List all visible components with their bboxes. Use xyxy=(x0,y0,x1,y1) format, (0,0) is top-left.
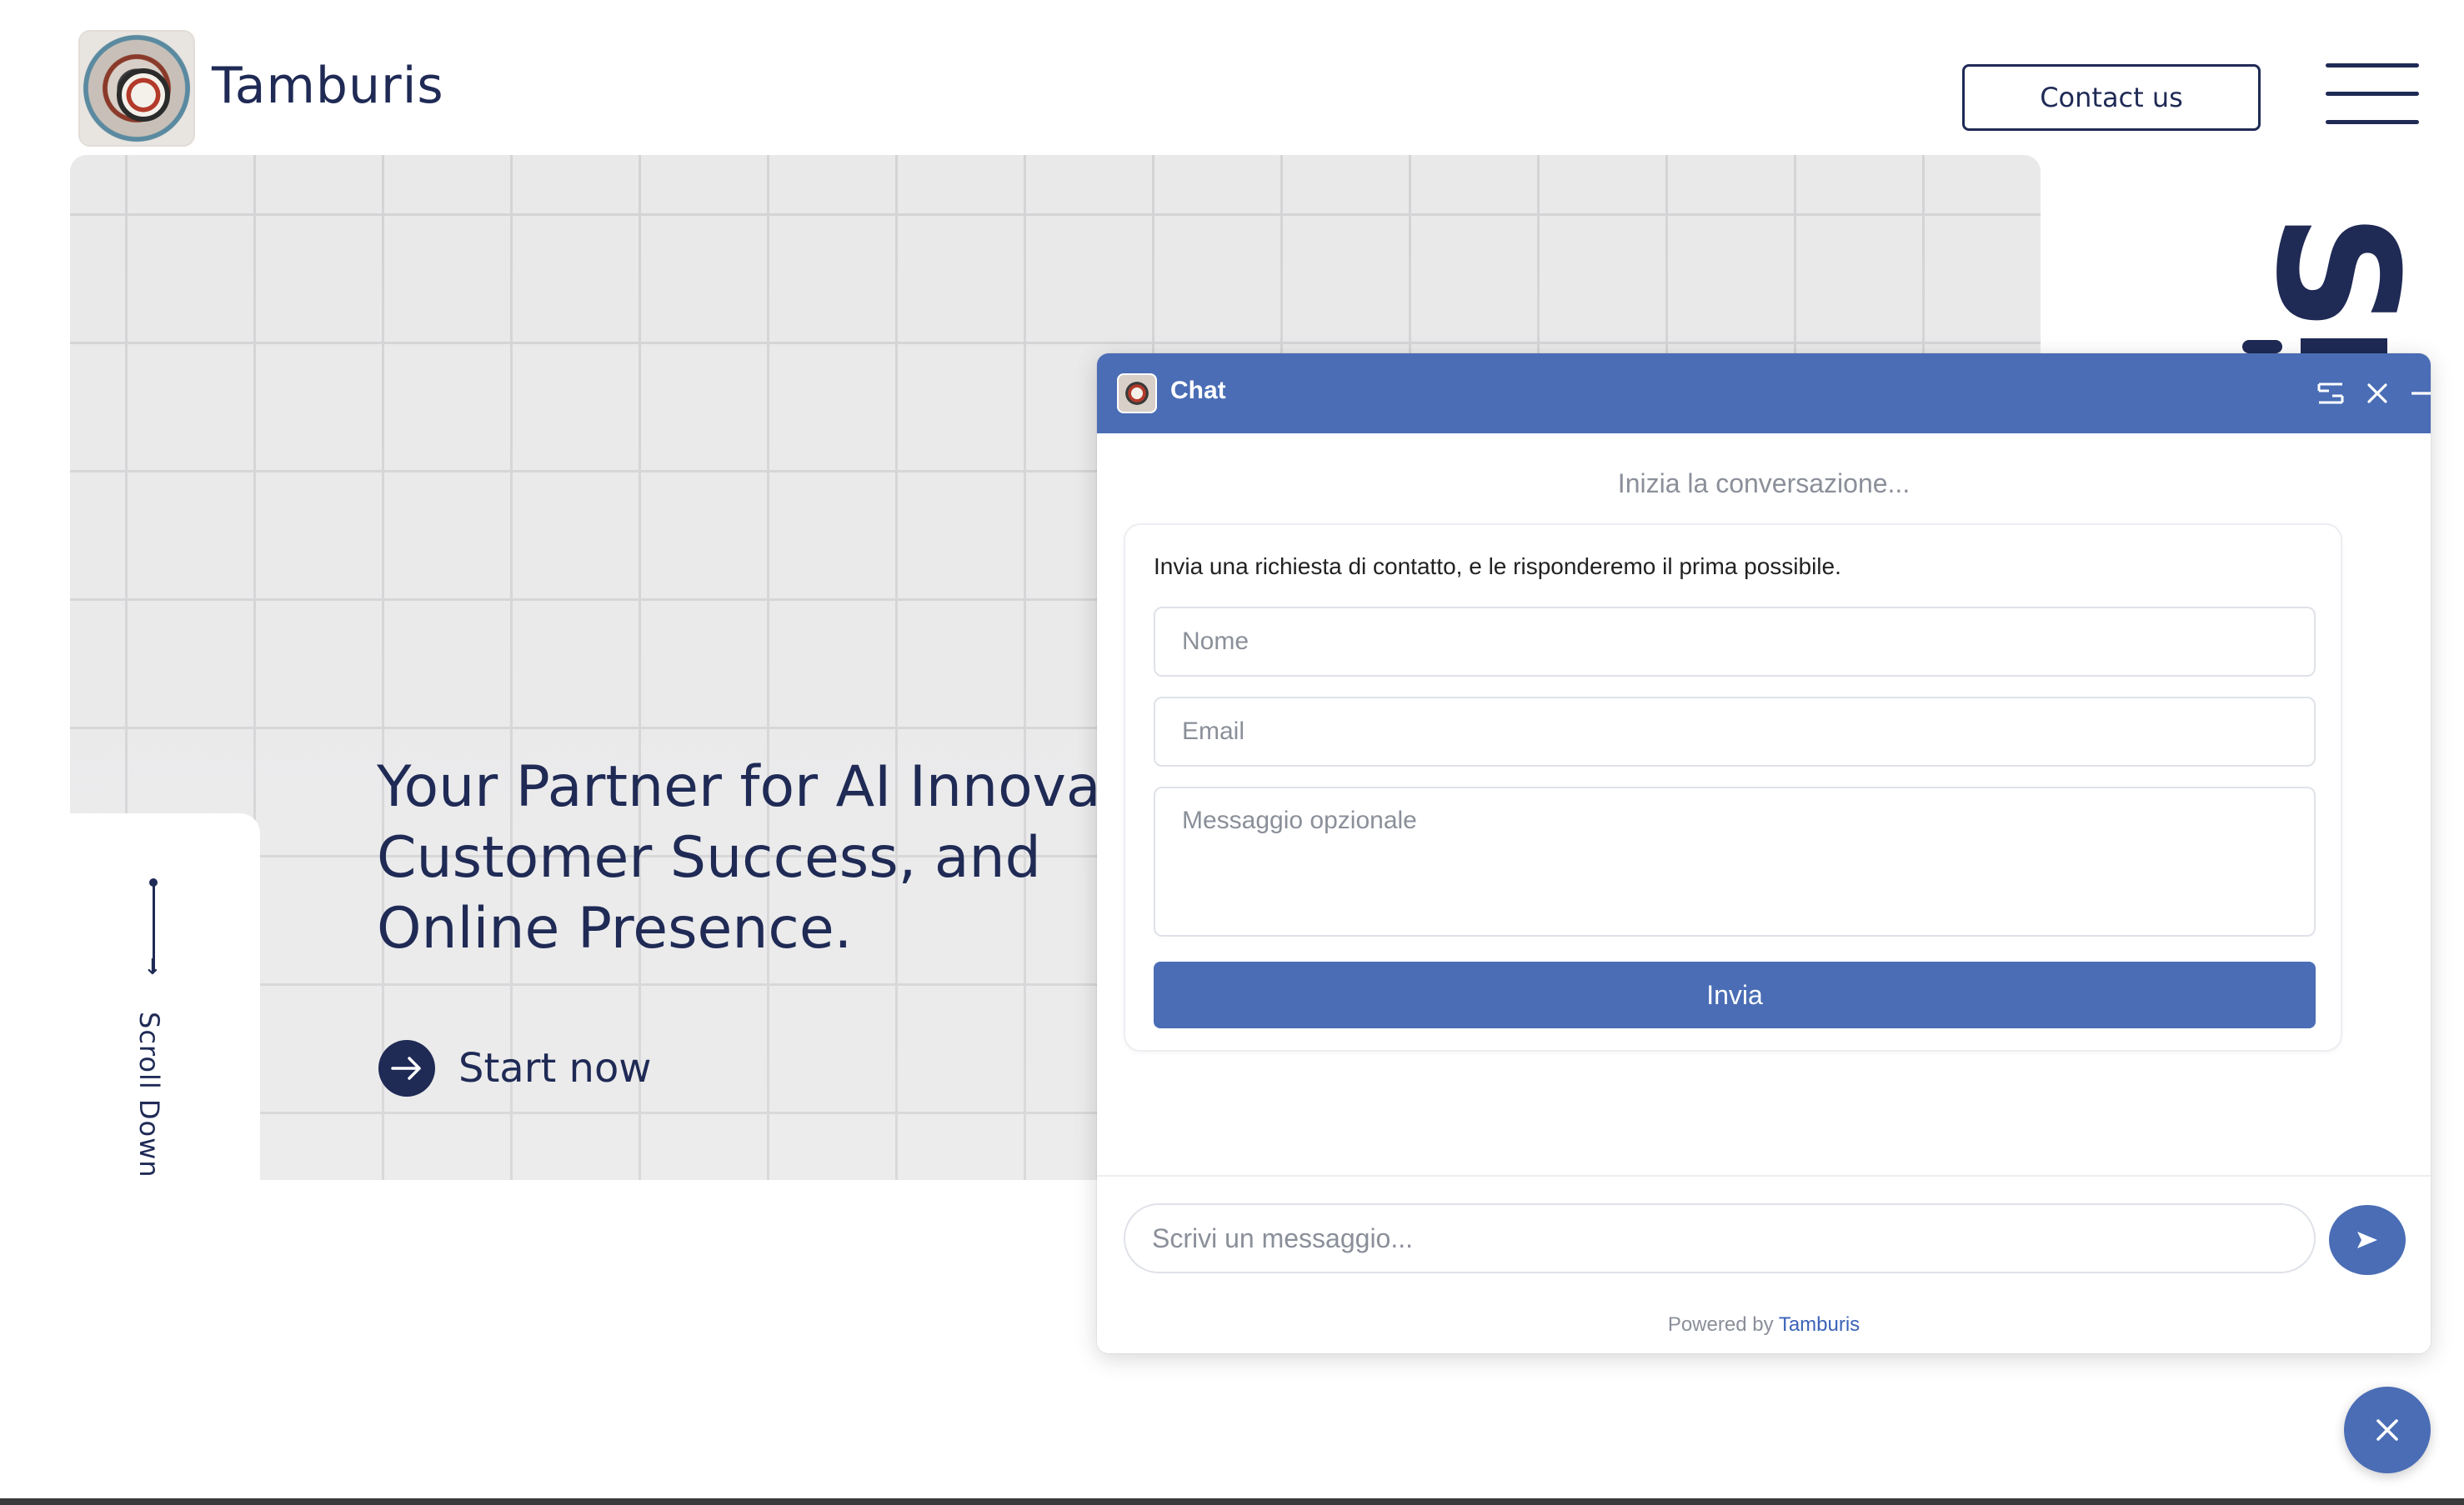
send-icon[interactable] xyxy=(2329,1205,2406,1275)
close-icon[interactable] xyxy=(2357,373,2397,413)
email-field[interactable] xyxy=(1154,697,2316,767)
scroll-down-label[interactable]: Scroll Down xyxy=(133,1012,165,1178)
powered-by: Powered by Tamburis xyxy=(1097,1313,2431,1337)
decorative-brand-letter: S xyxy=(2239,212,2433,333)
scroll-down-panel xyxy=(70,813,260,1180)
menu-line xyxy=(2326,63,2419,68)
contact-form-card: Invia una richiesta di contatto, e le ri… xyxy=(1124,523,2342,1052)
chat-widget: Chat Inizia la conversazione... Invia un… xyxy=(1097,353,2431,1353)
chat-divider xyxy=(1097,1175,2431,1177)
conversation-start-hint: Inizia la conversazione... xyxy=(1617,468,1911,498)
start-now-label[interactable]: Start now xyxy=(458,1045,652,1092)
site-header: Tamburis Contact us xyxy=(0,0,2464,150)
contact-us-button[interactable]: Contact us xyxy=(1962,64,2261,131)
chat-title: Chat xyxy=(1170,377,1226,404)
decorative-brand-stroke xyxy=(2301,338,2387,355)
message-input[interactable] xyxy=(1124,1203,2316,1273)
brand-name[interactable]: Tamburis xyxy=(212,57,444,115)
name-field[interactable] xyxy=(1154,607,2316,677)
window-bottom-edge xyxy=(0,1498,2464,1505)
chat-header: Chat xyxy=(1097,353,2431,433)
arrow-right-icon[interactable] xyxy=(378,1040,435,1097)
arrow-down-icon: ↓ xyxy=(143,955,162,980)
chat-toggle-close-icon[interactable] xyxy=(2344,1387,2431,1473)
hamburger-menu-icon[interactable] xyxy=(2326,63,2419,125)
menu-line xyxy=(2326,92,2419,96)
expand-icon[interactable] xyxy=(2311,373,2351,413)
powered-by-brand-link[interactable]: Tamburis xyxy=(1779,1313,1860,1336)
start-now-link[interactable]: Start now xyxy=(378,1040,652,1097)
submit-button[interactable]: Invia xyxy=(1154,962,2316,1028)
chat-avatar xyxy=(1117,373,1157,413)
minimize-icon[interactable] xyxy=(2404,373,2431,413)
contact-form-intro: Invia una richiesta di contatto, e le ri… xyxy=(1154,553,1841,579)
powered-by-prefix: Powered by xyxy=(1667,1313,1774,1336)
decorative-brand-stroke xyxy=(2242,340,2282,353)
logo-icon[interactable] xyxy=(78,30,195,147)
menu-line xyxy=(2326,120,2419,124)
message-field[interactable] xyxy=(1154,787,2316,937)
